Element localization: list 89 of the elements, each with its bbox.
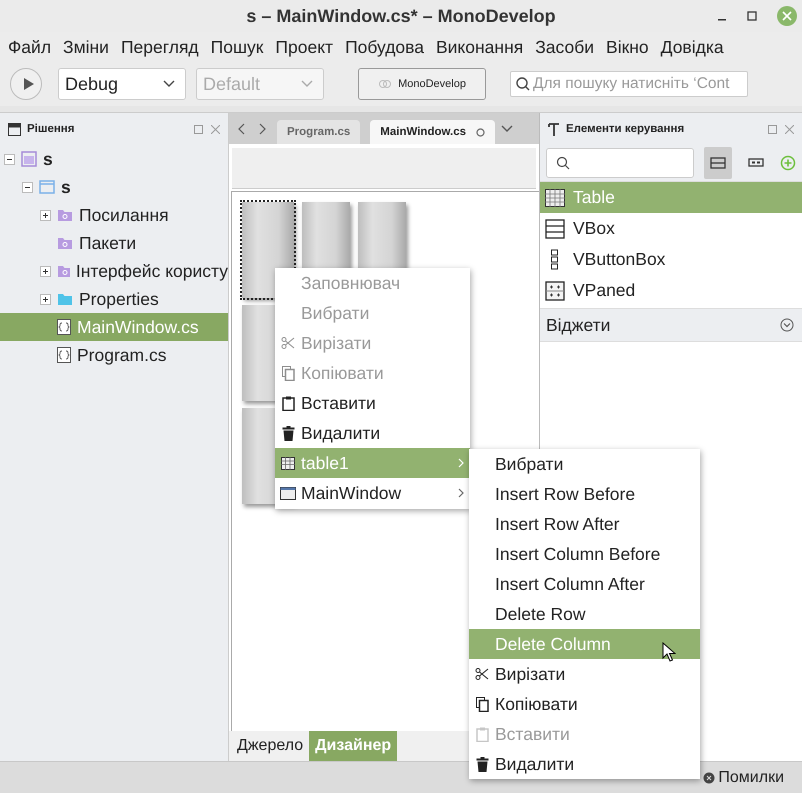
trash-icon <box>282 426 294 440</box>
menu-item[interactable]: Insert Column After <box>469 569 700 599</box>
menu-item[interactable]: Видалити <box>469 749 700 779</box>
rings-icon <box>378 78 392 90</box>
table-icon <box>545 188 565 206</box>
table-icon <box>281 456 295 470</box>
expander-icon[interactable] <box>40 210 51 220</box>
menu-item[interactable]: Копіювати <box>469 689 700 719</box>
run-button[interactable] <box>10 68 42 100</box>
solution-pad-icon <box>8 122 21 136</box>
window-icon <box>280 486 296 500</box>
list-view-icon <box>710 157 726 169</box>
mouse-cursor-icon <box>662 642 676 662</box>
menu-item[interactable]: Вибрати <box>469 449 700 479</box>
trash-icon <box>476 756 488 772</box>
editor-tab[interactable]: Program.cs <box>277 120 360 144</box>
forward-icon[interactable] <box>257 122 267 134</box>
menu-item[interactable]: Засоби <box>535 36 594 58</box>
scissors-icon <box>281 336 295 350</box>
menu-item[interactable]: MainWindow <box>275 478 470 508</box>
menu-item[interactable]: Вставити <box>275 388 470 418</box>
menu-item[interactable]: Видалити <box>275 418 470 448</box>
folder-icon <box>57 264 70 278</box>
tab-list-icon[interactable] <box>501 124 514 132</box>
search-icon <box>556 156 570 170</box>
expander-icon[interactable] <box>40 294 51 304</box>
folder-icon <box>57 292 73 306</box>
menu-item[interactable]: Зміни <box>63 36 109 58</box>
code-file-icon <box>57 319 71 335</box>
folder-icon <box>57 236 73 250</box>
toolbox-search-field[interactable] <box>546 148 694 178</box>
scissors-icon <box>475 667 489 681</box>
pad-title: Елементи керування <box>566 123 686 135</box>
text-tool-icon <box>548 122 560 136</box>
folder-icon <box>57 208 73 222</box>
vpaned-icon <box>545 280 565 300</box>
toolbox-item[interactable]: VButtonBox <box>540 244 802 275</box>
menu-item[interactable]: Delete Row <box>469 599 700 629</box>
configuration-dropdown[interactable]: Debug <box>58 68 186 100</box>
view-tab[interactable]: Джерело <box>231 731 310 761</box>
status-button[interactable]: MonoDevelop <box>358 68 486 100</box>
pad-title: Рішення <box>27 123 76 135</box>
menu-item[interactable]: Вирізати <box>469 659 700 689</box>
code-file-icon <box>57 347 71 363</box>
menu-item[interactable]: Проект <box>275 36 334 58</box>
menu-item[interactable]: Побудова <box>345 36 424 58</box>
maximize-icon[interactable] <box>746 10 758 22</box>
search-field[interactable]: Для пошуку натисніть ‘Cont <box>510 71 748 97</box>
menu-item[interactable]: Пошук <box>210 36 264 58</box>
menu-item[interactable]: Виконання <box>436 36 524 58</box>
tree-item[interactable]: Інтерфейс користу <box>0 257 228 285</box>
menu-item[interactable]: Довідка <box>660 36 724 58</box>
copy-icon <box>282 366 294 380</box>
clipboard-icon <box>476 726 488 742</box>
editor-tab[interactable]: MainWindow.cs <box>370 120 496 144</box>
solution-icon <box>21 151 37 167</box>
back-icon[interactable] <box>237 122 247 134</box>
errors-button[interactable]: Помилки <box>703 762 802 793</box>
toolbox-section[interactable]: Віджети <box>540 308 802 342</box>
expander-icon[interactable] <box>4 154 15 164</box>
vbox-icon <box>545 218 565 238</box>
chevron-down-icon <box>301 80 313 88</box>
tree-item[interactable]: Program.cs <box>0 341 228 369</box>
menu-item[interactable]: Insert Column Before <box>469 539 700 569</box>
clipboard-icon <box>282 396 294 410</box>
compact-view-icon <box>748 158 764 168</box>
menu-item[interactable]: Файл <box>8 36 52 58</box>
list-view-button[interactable] <box>704 147 732 179</box>
tree-item[interactable]: s <box>0 145 228 173</box>
menu-item[interactable]: Перегляд <box>120 36 199 58</box>
modified-icon[interactable] <box>476 128 486 136</box>
expander-icon[interactable] <box>40 266 51 276</box>
tree-item[interactable]: Посилання <box>0 201 228 229</box>
expander-icon[interactable] <box>22 182 33 192</box>
toolbox-item[interactable]: VPaned <box>540 275 802 306</box>
toolbox-item[interactable]: VBox <box>540 213 802 244</box>
copy-icon <box>476 696 488 712</box>
expand-icon[interactable] <box>780 318 794 332</box>
error-icon <box>703 772 716 784</box>
window-icon <box>39 179 55 195</box>
window-title: s – MainWindow.cs* – MonoDevelop <box>246 6 556 26</box>
tree-item[interactable]: Properties <box>0 285 228 313</box>
chevron-down-icon <box>163 80 175 88</box>
tree-item[interactable]: s <box>0 173 228 201</box>
search-icon <box>515 76 531 92</box>
menu-item[interactable]: Insert Row After <box>469 509 700 539</box>
tree-item[interactable]: Пакети <box>0 229 228 257</box>
menu-item[interactable]: Вікно <box>606 36 649 58</box>
menu-item[interactable]: Insert Row Before <box>469 479 700 509</box>
